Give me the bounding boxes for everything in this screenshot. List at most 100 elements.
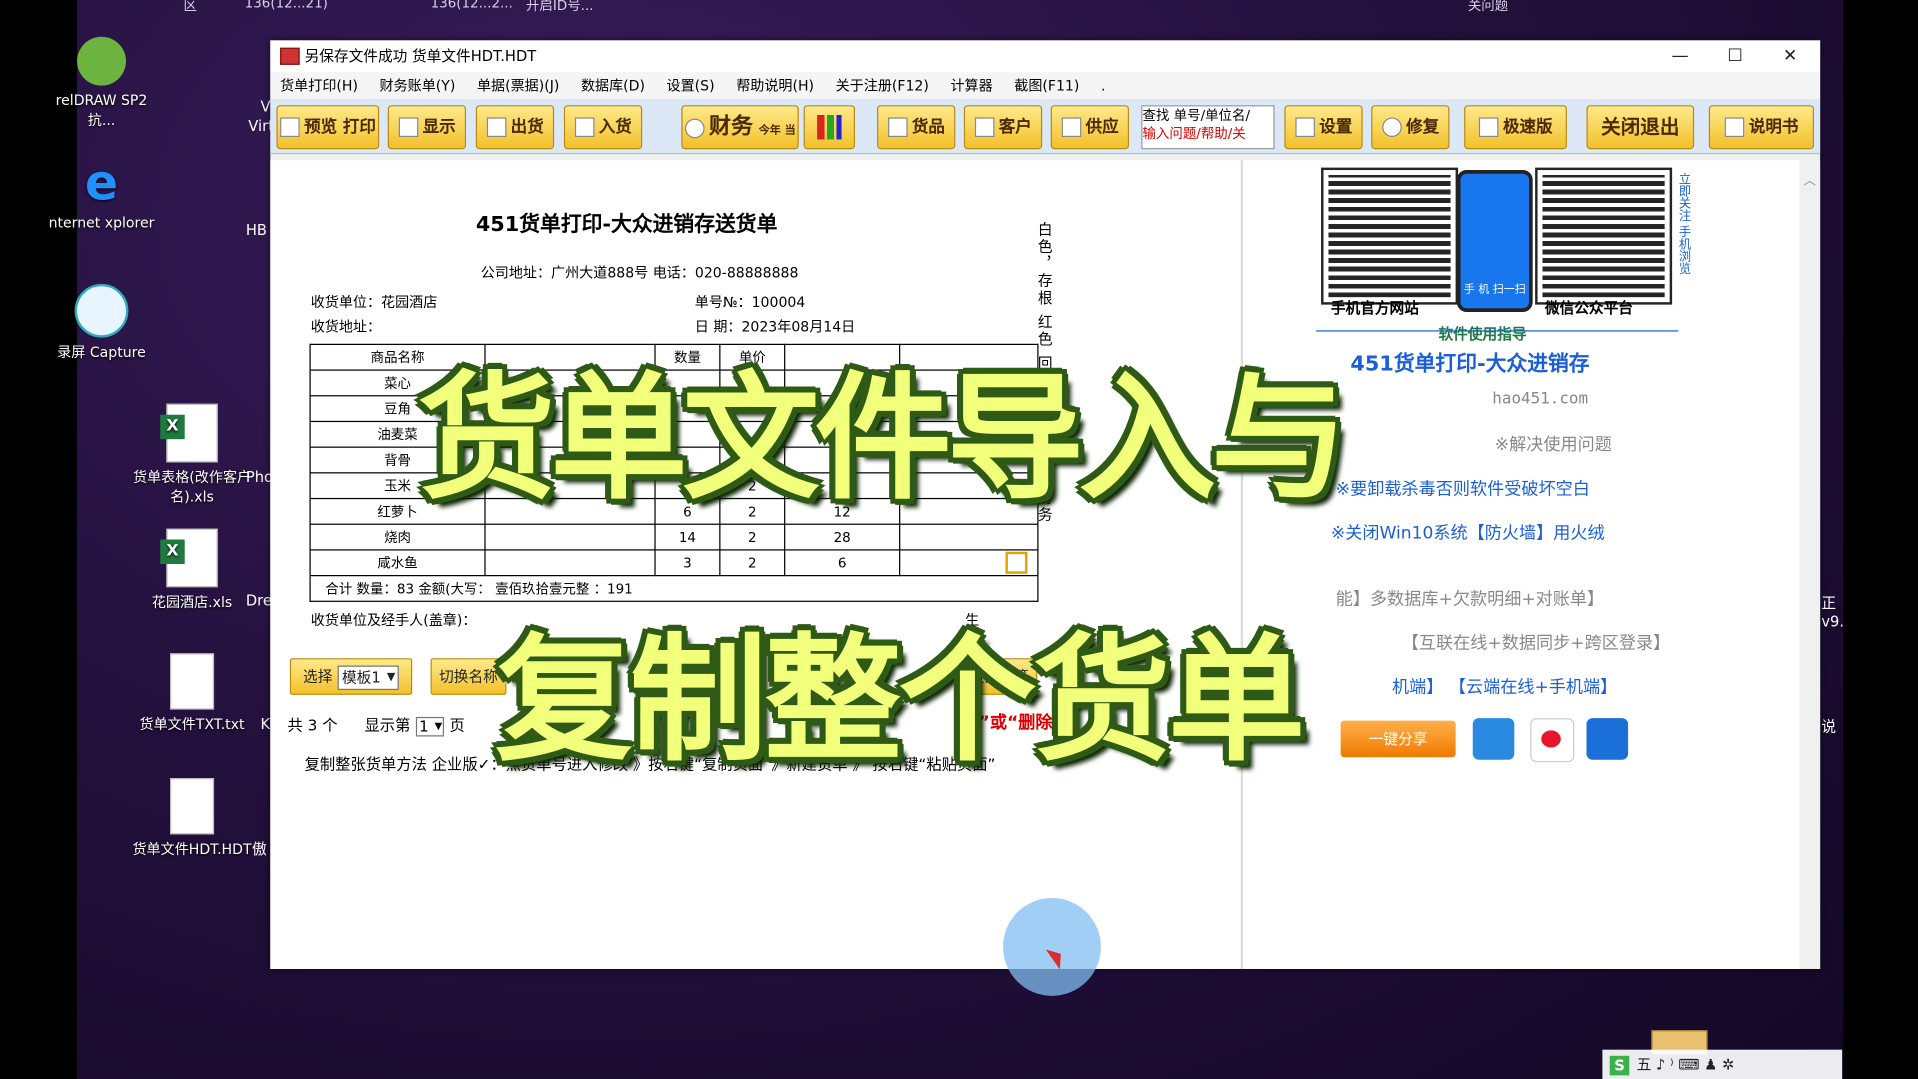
display-button[interactable]: 显示 xyxy=(387,105,467,150)
goods-button[interactable]: 货品 xyxy=(877,105,956,150)
desktop-icon-label: 花园酒店.xls xyxy=(151,593,233,611)
chevron-down-icon: ▼ xyxy=(434,719,443,731)
chart-button[interactable] xyxy=(803,105,856,150)
desktop-icon-internet-explorer[interactable]: e nternet xplorer xyxy=(40,159,162,232)
coreldraw-icon xyxy=(77,36,126,86)
minimize-button[interactable]: — xyxy=(1653,40,1708,72)
banner-text[interactable]: 451货单打印-大众进销存 xyxy=(1350,346,1589,376)
menu-about[interactable]: 关于注册(F12) xyxy=(836,77,929,94)
finance-button[interactable]: 财务 今年 当月 xyxy=(681,105,799,181)
weibo-eye-icon xyxy=(1541,730,1561,748)
menu-more[interactable]: . xyxy=(1101,77,1105,94)
help-item[interactable]: 机端】 【云端在线+手机端】 xyxy=(1392,674,1617,698)
menu-database[interactable]: 数据库(D) xyxy=(581,77,645,94)
desktop-icon-txt[interactable]: 货单文件TXT.txt xyxy=(131,653,253,734)
text-file-icon xyxy=(170,653,215,710)
template-select[interactable]: 选择 模板1 ▼ xyxy=(289,658,413,695)
button-label: 供应 xyxy=(1085,117,1119,138)
repair-button[interactable]: 修复 xyxy=(1371,105,1450,150)
fast-version-button[interactable]: 极速版 xyxy=(1464,105,1567,150)
help-item[interactable]: ※要卸载杀毒否则软件受破坏空白 xyxy=(1336,476,1590,500)
cell xyxy=(484,523,656,551)
page-selector: 显示第 1 ▼ 页 xyxy=(365,712,465,736)
scroll-up-arrow-icon[interactable]: ︿ xyxy=(1799,170,1820,188)
button-label: 极速版 xyxy=(1503,117,1553,138)
weibo-icon[interactable] xyxy=(1530,718,1575,763)
share-label: 一键分享 xyxy=(1368,730,1428,748)
app-icon xyxy=(280,47,300,65)
mouse-cursor-highlight xyxy=(1003,897,1101,996)
desktop-icon-hdt[interactable]: 货单文件HDT.HDT xyxy=(131,778,253,859)
cursor-arrow-icon xyxy=(1045,943,1068,970)
settings-icon xyxy=(1294,117,1315,138)
customers-button[interactable]: 客户 xyxy=(963,105,1043,150)
help-item[interactable]: 【互联在线+数据同步+跨区登录】 xyxy=(1402,630,1670,654)
search-hint: 输入问题/帮助/关 xyxy=(1142,126,1246,142)
menu-help[interactable]: 帮助说明(H) xyxy=(736,77,814,94)
desktop-icon-label: 货单文件HDT.HDT xyxy=(132,840,252,858)
button-label: 关闭退出 xyxy=(1601,114,1680,139)
preview-print-button[interactable]: 预览 打印 xyxy=(276,105,380,150)
ime-taskbar[interactable]: S 五 ♪ ⁾ ⌨ ♟ ✲ xyxy=(1602,1049,1843,1079)
title-bar[interactable]: 另保存文件成功 货单文件HDT.HDT — ☐ ✕ xyxy=(270,40,1821,73)
desktop-icon-xls-1[interactable]: 货单表格(改作客户名).xls xyxy=(131,403,253,507)
settings-button[interactable]: 设置 xyxy=(1284,105,1363,150)
table-row[interactable]: 咸水鱼 3 2 6 xyxy=(309,549,1039,577)
divider xyxy=(1316,330,1679,332)
close-button[interactable]: ✕ xyxy=(1763,40,1818,72)
desktop-icon-xls-2[interactable]: 花园酒店.xls xyxy=(131,528,253,612)
desktop-icon-ev-capture[interactable]: 录屏 Capture xyxy=(40,283,162,362)
select-label: 选择 xyxy=(303,667,333,686)
print-icon xyxy=(279,117,300,138)
desktop-top-text: 关问题 xyxy=(1467,0,1509,14)
desktop-icon-label: 货单文件TXT.txt xyxy=(139,715,245,733)
renren-icon[interactable] xyxy=(1586,718,1629,760)
cell xyxy=(899,523,1039,551)
item-count: 共 3 个 xyxy=(287,715,338,735)
button-label: 说明书 xyxy=(1748,117,1799,138)
help-item[interactable]: ※解决使用问题 xyxy=(1495,432,1612,456)
window-title: 另保存文件成功 货单文件HDT.HDT xyxy=(304,47,537,65)
button-label: 客户 xyxy=(998,117,1032,138)
help-item[interactable]: 能】多数据库+欠款明细+对账单】 xyxy=(1336,586,1604,610)
vertical-scrollbar[interactable]: ︿ xyxy=(1799,160,1821,969)
row-checkbox[interactable] xyxy=(1005,551,1028,574)
desktop-icon-label: nternet xplorer xyxy=(48,214,155,232)
stock-in-button[interactable]: 入货 xyxy=(563,105,643,150)
phone-icon: 手 机 扫一扫 xyxy=(1456,170,1533,312)
menu-finance[interactable]: 财务账单(Y) xyxy=(380,77,456,94)
page-prefix: 显示第 xyxy=(364,715,411,735)
qr-label-website: 手机官方网站 xyxy=(1330,299,1419,317)
maximize-button[interactable]: ☐ xyxy=(1708,40,1763,72)
button-label: 货品 xyxy=(911,117,945,138)
button-label: 入货 xyxy=(598,117,632,138)
button-label: 预览 打印 xyxy=(304,117,376,138)
qzone-icon[interactable] xyxy=(1472,718,1515,760)
desktop-side-label: K xyxy=(260,715,271,733)
manual-button[interactable]: 说明书 xyxy=(1708,105,1815,150)
signature-line: 收货单位及经手人(盖章)： xyxy=(310,611,477,629)
right-panel: 手 机 扫一扫 立即关注 手机浏览 手机官方网站 微信公众平台 软件使用指导 4… xyxy=(1241,160,1801,969)
help-item[interactable]: ※关闭Win10系统【防火墙】用火绒 xyxy=(1331,520,1605,544)
desktop-icon-coreldraw[interactable]: relDRAW SP2 抗... xyxy=(40,36,162,130)
website-link[interactable]: hao451.com xyxy=(1492,390,1588,408)
suppliers-button[interactable]: 供应 xyxy=(1050,105,1130,150)
share-button[interactable]: 一键分享 xyxy=(1340,720,1456,758)
cell: 28 xyxy=(784,523,901,551)
menu-settings[interactable]: 设置(S) xyxy=(667,77,715,94)
menu-screenshot[interactable]: 截图(F11) xyxy=(1014,77,1079,94)
close-exit-button[interactable]: 关闭退出 xyxy=(1586,105,1695,150)
qr-code-wechat xyxy=(1535,167,1673,305)
menu-calculator[interactable]: 计算器 xyxy=(950,77,992,94)
menu-bar: 货单打印(H) 财务账单(Y) 单据(票据)(J) 数据库(D) 设置(S) 帮… xyxy=(270,72,1821,100)
qr-code-website xyxy=(1321,167,1459,305)
menu-documents[interactable]: 单据(票据)(J) xyxy=(477,77,559,94)
menu-print[interactable]: 货单打印(H) xyxy=(280,77,358,94)
page-dropdown[interactable]: 1 ▼ xyxy=(415,716,445,736)
table-row[interactable]: 烧肉 14 2 28 xyxy=(309,523,1039,551)
cell: 烧肉 xyxy=(309,523,486,551)
template-dropdown[interactable]: 模板1 ▼ xyxy=(337,664,400,690)
ship-out-button[interactable]: 出货 xyxy=(475,105,555,150)
search-input[interactable]: 查找 单号/单位名/ 输入问题/帮助/关 xyxy=(1141,105,1275,150)
suppliers-icon xyxy=(1061,117,1081,138)
